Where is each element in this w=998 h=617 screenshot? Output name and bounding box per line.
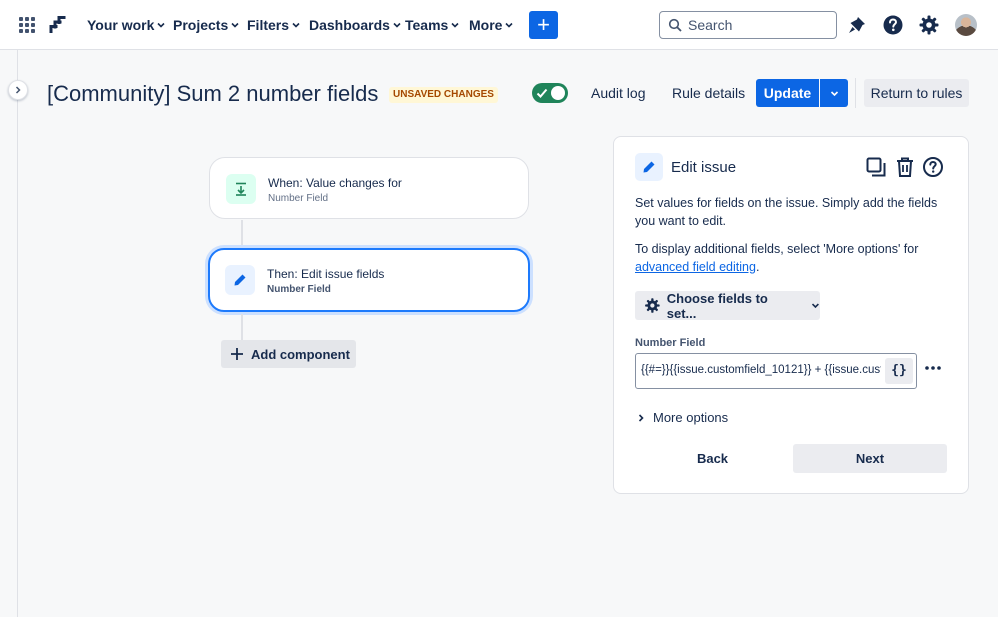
add-component-button[interactable]: Add component bbox=[221, 340, 356, 368]
delete-icon[interactable] bbox=[894, 156, 916, 178]
app-switcher-icon[interactable] bbox=[19, 17, 35, 33]
sidebar-collapsed bbox=[0, 50, 18, 617]
nav-projects[interactable]: Projects bbox=[173, 17, 239, 33]
action-subtitle: Number Field bbox=[267, 284, 331, 295]
chevron-down-icon bbox=[451, 22, 459, 28]
trigger-component[interactable]: When: Value changes for Number Field bbox=[209, 157, 529, 219]
edit-issue-panel: Edit issue Set values for fields on the … bbox=[613, 136, 969, 494]
more-options-label: More options bbox=[653, 410, 729, 425]
search-placeholder: Search bbox=[688, 17, 733, 33]
divider bbox=[855, 78, 856, 108]
chevron-down-icon bbox=[812, 303, 820, 309]
panel-icon-container bbox=[635, 153, 663, 181]
plus-icon bbox=[231, 348, 243, 360]
action-icon-container bbox=[225, 265, 255, 295]
status-badge: UNSAVED CHANGES bbox=[389, 87, 498, 103]
search-icon bbox=[668, 18, 682, 32]
audit-log-button[interactable]: Audit log bbox=[591, 85, 645, 101]
action-component[interactable]: Then: Edit issue fields Number Field bbox=[208, 248, 530, 312]
nav-your-work[interactable]: Your work bbox=[87, 17, 165, 33]
rule-enabled-toggle[interactable] bbox=[532, 83, 568, 103]
avatar[interactable] bbox=[955, 14, 977, 36]
update-button[interactable]: Update bbox=[756, 79, 819, 107]
choose-fields-label: Choose fields to set... bbox=[666, 290, 768, 321]
chevron-down-icon bbox=[231, 22, 239, 28]
field-value-changed-icon bbox=[236, 182, 246, 196]
chevron-down-icon bbox=[393, 22, 401, 28]
panel-description: Set values for fields on the issue. Simp… bbox=[635, 196, 938, 228]
nav-teams[interactable]: Teams bbox=[405, 17, 459, 33]
add-component-label: Add component bbox=[251, 346, 350, 362]
chevron-down-icon bbox=[830, 90, 838, 96]
nav-filters[interactable]: Filters bbox=[247, 17, 300, 33]
update-dropdown-button[interactable] bbox=[820, 79, 848, 107]
create-button[interactable]: + bbox=[529, 11, 558, 39]
copy-icon[interactable] bbox=[865, 156, 887, 178]
top-navigation: Your work Projects Filters Dashboards Te… bbox=[0, 0, 998, 50]
expand-sidebar-button[interactable] bbox=[8, 80, 28, 100]
chevron-right-icon bbox=[15, 86, 21, 94]
notifications-icon[interactable] bbox=[846, 14, 868, 36]
page-title: [Community] Sum 2 number fields bbox=[47, 81, 379, 106]
trigger-title: When: Value changes for bbox=[268, 176, 402, 190]
rule-details-button[interactable]: Rule details bbox=[672, 85, 745, 101]
search-input[interactable]: Search bbox=[659, 11, 837, 39]
trigger-subtitle: Number Field bbox=[268, 193, 329, 204]
advanced-field-editing-link[interactable]: advanced field editing bbox=[635, 260, 756, 274]
main-area: [Community] Sum 2 number fields UNSAVED … bbox=[0, 50, 998, 617]
next-button[interactable]: Next bbox=[793, 444, 947, 473]
chevron-down-icon bbox=[157, 22, 165, 28]
number-field-label: Number Field bbox=[635, 337, 706, 349]
toggle-knob bbox=[551, 86, 565, 100]
jira-logo-icon[interactable] bbox=[47, 15, 67, 35]
back-button[interactable]: Back bbox=[636, 444, 789, 473]
more-actions-icon[interactable] bbox=[923, 361, 943, 375]
trigger-icon-container bbox=[226, 174, 256, 204]
number-field-input[interactable]: {{#=}}{{issue.customfield_10121}} + {{is… bbox=[635, 353, 917, 389]
connector-line bbox=[241, 314, 243, 340]
nav-dashboards[interactable]: Dashboards bbox=[309, 17, 401, 33]
action-title: Then: Edit issue fields bbox=[267, 267, 385, 281]
gear-icon bbox=[645, 298, 660, 313]
check-icon bbox=[536, 88, 548, 98]
panel-title: Edit issue bbox=[671, 159, 737, 176]
choose-fields-button[interactable]: Choose fields to set... bbox=[635, 290, 820, 321]
help-icon[interactable] bbox=[922, 156, 944, 178]
help-icon[interactable] bbox=[882, 14, 904, 36]
smart-value-button[interactable]: {} bbox=[885, 358, 913, 384]
more-options-toggle[interactable]: More options bbox=[637, 410, 728, 425]
nav-more[interactable]: More bbox=[469, 17, 514, 33]
chevron-right-icon bbox=[638, 413, 644, 422]
pencil-icon bbox=[234, 274, 246, 286]
connector-line bbox=[241, 220, 243, 248]
chevron-down-icon bbox=[292, 22, 300, 28]
settings-icon[interactable] bbox=[918, 14, 940, 36]
return-to-rules-button[interactable]: Return to rules bbox=[864, 79, 969, 107]
number-field-value: {{#=}}{{issue.customfield_10121}} + {{is… bbox=[641, 364, 881, 376]
panel-additional-fields-note: To display additional fields, select 'Mo… bbox=[635, 242, 919, 274]
pencil-icon bbox=[643, 161, 655, 173]
chevron-down-icon bbox=[505, 22, 514, 28]
